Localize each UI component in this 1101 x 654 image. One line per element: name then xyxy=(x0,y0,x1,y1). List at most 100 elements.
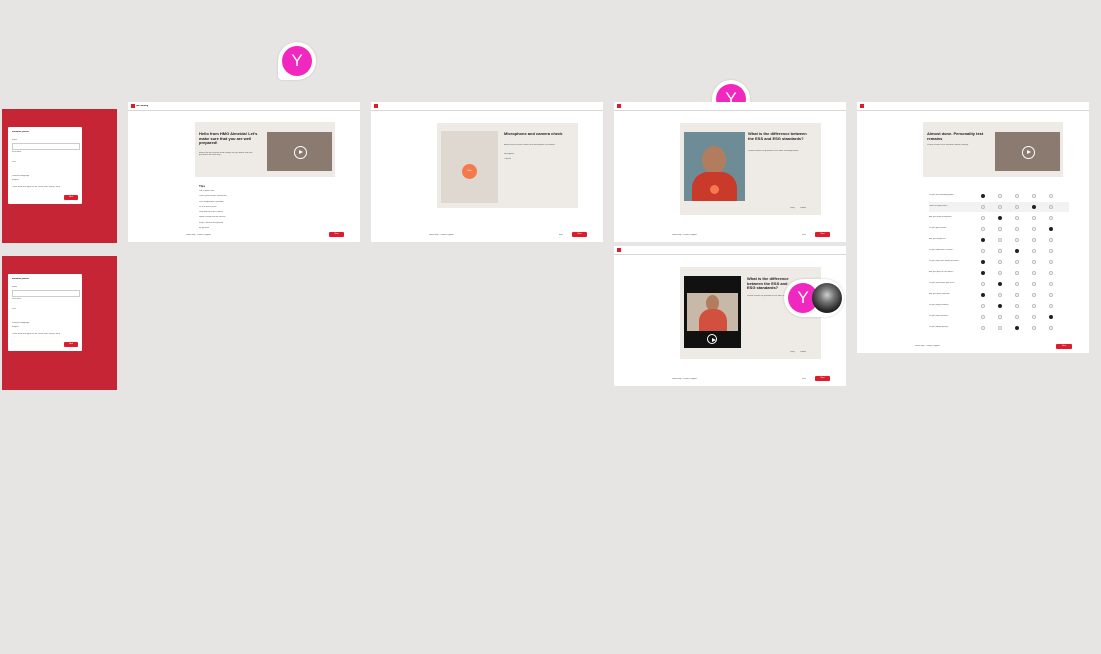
likert-option[interactable] xyxy=(1032,304,1036,308)
likert-option[interactable] xyxy=(1049,326,1053,330)
likert-option[interactable] xyxy=(981,227,985,231)
likert-option[interactable] xyxy=(998,194,1002,198)
record-button[interactable]: Start xyxy=(462,164,477,179)
likert-option[interactable] xyxy=(998,315,1002,319)
likert-option[interactable] xyxy=(1015,249,1019,253)
next-button[interactable]: Next xyxy=(329,232,344,237)
likert-option[interactable] xyxy=(998,238,1002,242)
likert-option[interactable] xyxy=(1015,271,1019,275)
likert-option[interactable] xyxy=(1049,260,1053,264)
next-button[interactable]: Next xyxy=(64,342,78,347)
likert-option[interactable] xyxy=(1032,205,1036,209)
likert-option[interactable] xyxy=(1032,227,1036,231)
likert-option[interactable] xyxy=(981,205,985,209)
likert-option[interactable] xyxy=(981,260,985,264)
likert-option[interactable] xyxy=(1032,326,1036,330)
help-link[interactable]: Need help? Contact support xyxy=(429,234,454,236)
back-button[interactable]: Back xyxy=(802,234,806,236)
likert-option[interactable] xyxy=(1015,326,1019,330)
next-button[interactable]: Next xyxy=(815,376,830,381)
collaborator-photo-bubble[interactable]: Y xyxy=(784,279,844,317)
consent-checkbox[interactable]: I have read and agree to the Terms and P… xyxy=(12,186,72,188)
likert-option[interactable] xyxy=(981,249,985,253)
back-button[interactable]: Back xyxy=(802,378,806,380)
likert-option[interactable] xyxy=(981,326,985,330)
likert-option[interactable] xyxy=(1015,304,1019,308)
likert-option[interactable] xyxy=(998,205,1002,209)
likert-option[interactable] xyxy=(998,326,1002,330)
likert-option[interactable] xyxy=(1032,293,1036,297)
likert-option[interactable] xyxy=(1049,194,1053,198)
microphone-item[interactable]: Microphone xyxy=(504,153,514,155)
submit-link[interactable]: Submit xyxy=(800,351,806,353)
play-icon[interactable] xyxy=(1022,146,1035,159)
likert-option[interactable] xyxy=(1032,260,1036,264)
likert-option[interactable] xyxy=(1049,249,1053,253)
back-button[interactable]: Back xyxy=(559,234,563,236)
likert-option[interactable] xyxy=(1032,282,1036,286)
likert-option[interactable] xyxy=(1032,194,1036,198)
likert-option[interactable] xyxy=(1049,216,1053,220)
play-icon[interactable] xyxy=(707,334,717,344)
intro-video-thumbnail[interactable] xyxy=(267,132,332,171)
likert-option[interactable] xyxy=(998,271,1002,275)
language-value[interactable]: English xyxy=(12,179,19,181)
likert-option[interactable] xyxy=(1015,282,1019,286)
help-link[interactable]: Need help? Contact support xyxy=(672,378,697,380)
likert-option[interactable] xyxy=(1015,216,1019,220)
help-link[interactable]: Need help? Contact support xyxy=(672,234,697,236)
likert-option[interactable] xyxy=(981,282,985,286)
intro-video-thumbnail[interactable] xyxy=(995,132,1060,171)
likert-option[interactable] xyxy=(981,304,985,308)
next-button[interactable]: Next xyxy=(64,195,78,200)
likert-option[interactable] xyxy=(981,238,985,242)
likert-option[interactable] xyxy=(981,293,985,297)
likert-option[interactable] xyxy=(1015,205,1019,209)
likert-option[interactable] xyxy=(998,282,1002,286)
likert-option[interactable] xyxy=(1049,271,1053,275)
likert-option[interactable] xyxy=(1049,227,1053,231)
record-button[interactable] xyxy=(710,185,719,194)
likert-option[interactable] xyxy=(998,227,1002,231)
email-field[interactable] xyxy=(12,290,80,297)
next-button[interactable]: Next xyxy=(815,232,830,237)
likert-option[interactable] xyxy=(1015,260,1019,264)
likert-option[interactable] xyxy=(998,260,1002,264)
likert-option[interactable] xyxy=(1049,238,1053,242)
likert-option[interactable] xyxy=(1032,216,1036,220)
consent-checkbox[interactable]: I have read and agree to the Terms and P… xyxy=(12,333,72,335)
next-button[interactable]: Next xyxy=(572,232,587,237)
likert-option[interactable] xyxy=(981,194,985,198)
next-button[interactable]: Next xyxy=(1056,344,1072,349)
likert-option[interactable] xyxy=(1015,315,1019,319)
camera-item[interactable]: Camera xyxy=(504,158,511,160)
likert-option[interactable] xyxy=(1032,271,1036,275)
retry-link[interactable]: Retry xyxy=(790,207,795,209)
likert-option[interactable] xyxy=(1049,282,1053,286)
retry-link[interactable]: Retry xyxy=(790,351,795,353)
likert-option[interactable] xyxy=(1049,205,1053,209)
submit-link[interactable]: Submit xyxy=(800,207,806,209)
likert-option[interactable] xyxy=(1032,238,1036,242)
likert-option[interactable] xyxy=(998,293,1002,297)
likert-option[interactable] xyxy=(1049,304,1053,308)
likert-option[interactable] xyxy=(981,315,985,319)
likert-option[interactable] xyxy=(981,216,985,220)
likert-option[interactable] xyxy=(1015,238,1019,242)
likert-option[interactable] xyxy=(1032,249,1036,253)
likert-option[interactable] xyxy=(1032,315,1036,319)
likert-option[interactable] xyxy=(1049,315,1053,319)
likert-option[interactable] xyxy=(1015,194,1019,198)
play-icon[interactable] xyxy=(294,146,307,159)
language-value[interactable]: English xyxy=(12,326,19,328)
likert-option[interactable] xyxy=(998,249,1002,253)
help-link[interactable]: Need help? Contact support xyxy=(915,345,940,347)
likert-option[interactable] xyxy=(998,216,1002,220)
help-link[interactable]: Need help? Contact support xyxy=(186,234,211,236)
likert-option[interactable] xyxy=(998,304,1002,308)
email-field[interactable] xyxy=(12,143,80,150)
likert-option[interactable] xyxy=(1015,227,1019,231)
collaborator-avatar-1[interactable]: Y xyxy=(278,42,316,80)
likert-option[interactable] xyxy=(1049,293,1053,297)
likert-option[interactable] xyxy=(981,271,985,275)
